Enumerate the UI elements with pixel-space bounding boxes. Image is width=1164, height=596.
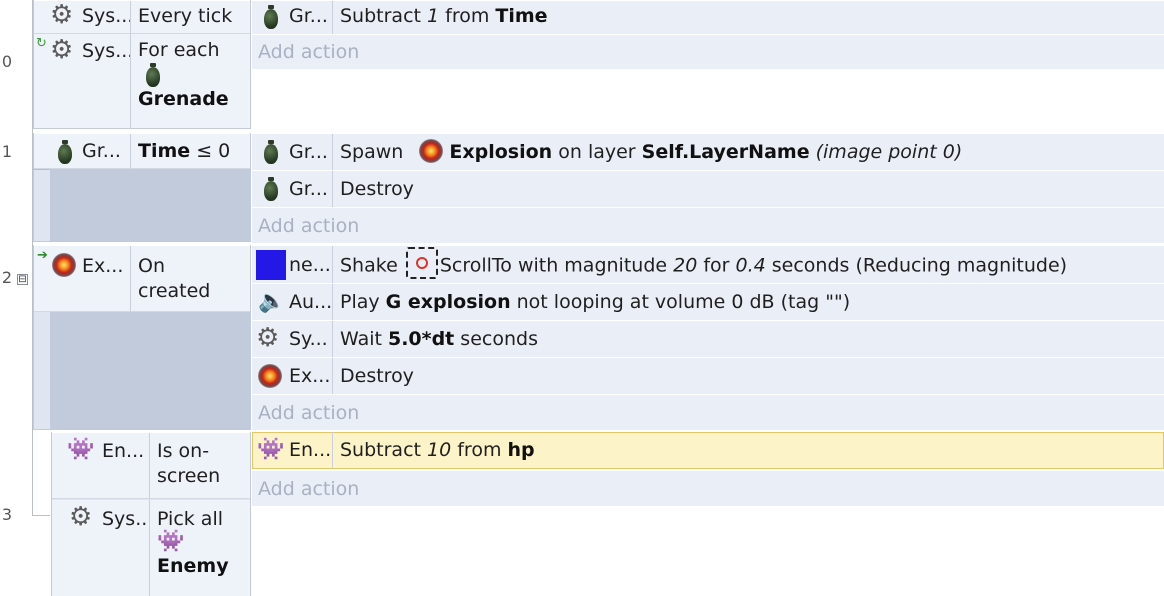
action-text: Play G explosion not looping at volume 0… [332,284,850,321]
condition-text: For each [138,39,220,61]
action-row-selected[interactable]: 👾 En... Subtract 10 from hp [252,432,1164,469]
condition-row[interactable]: ⚙ Sys... Pick all 👾 Enemy [52,500,250,596]
line-number: 3 [1,505,12,524]
line-number: 0 [1,52,12,71]
add-action-button[interactable]: Add action [252,34,1164,69]
condition-text: Time ≤ 0 [130,134,230,169]
action-text: Wait 5.0*dt seconds [332,321,538,358]
action-row[interactable]: Gr... Subtract 1 from Time [252,0,1164,35]
grenade-icon [58,139,72,164]
grenade-icon [264,4,278,29]
tree-line [32,169,50,170]
condition-row[interactable]: ⚙ Sys... Every tick [34,0,250,34]
invader-icon: 👾 [157,529,185,554]
invader-icon: 👾 [67,437,95,462]
loop-arrow-icon: ↻ [36,36,47,51]
grenade-icon [264,176,278,201]
collapse-toggle[interactable]: ⊟ [17,274,28,285]
action-object: Gr... [289,5,328,27]
event-2-fill [50,312,251,430]
gear-icon: ⚙ [50,35,74,65]
condition-text: On [138,255,165,277]
blue-square-icon [256,250,286,280]
gear-icon: ⚙ [256,323,280,353]
add-action-button[interactable]: Add action [252,470,1164,506]
grenade-icon [146,62,160,87]
action-text: Subtract 1 from Time [332,1,548,35]
explosion-icon [419,138,444,163]
action-row[interactable]: 🔈 Au... Play G explosion not looping at … [252,283,1164,321]
action-object: Gr... [289,141,328,163]
action-row[interactable]: Ex... Destroy [252,357,1164,395]
condition-text: Every tick [130,1,232,34]
condition-text: screen [157,465,221,487]
add-action-label: Add action [258,478,360,500]
explosion-icon [52,253,76,277]
gear-icon: ⚙ [69,502,93,532]
gear-icon: ⚙ [50,0,74,30]
action-object: Ex... [289,365,331,387]
add-action-label: Add action [258,215,360,237]
add-action-button[interactable]: Add action [252,207,1164,243]
add-action-button[interactable]: Add action [252,394,1164,430]
action-text: Subtract 10 from hp [332,432,535,468]
action-row[interactable]: Gr... Spawn Explosion on layer Self.Laye… [252,133,1164,171]
line-number: 2 [1,268,12,287]
action-object: Au... [289,291,331,313]
condition-object: Sys... [102,508,150,530]
add-action-label: Add action [258,41,360,63]
condition-row[interactable]: 👾 En... Is on- screen [52,432,250,499]
action-row[interactable]: ne... Shake ScrollTo with magnitude 20 f… [252,245,1164,284]
condition-text: created [138,280,211,302]
action-text: Spawn Explosion on layer Self.LayerName … [332,134,962,171]
action-row[interactable]: ⚙ Sy... Wait 5.0*dt seconds [252,320,1164,358]
invader-icon: 👾 [257,437,285,462]
condition-object: Sys... [82,40,130,62]
event-1-fill [50,169,251,242]
action-object: Sy... [289,328,328,350]
add-action-label: Add action [258,402,360,424]
condition-param: Grenade [138,88,229,110]
condition-text: Is on- [157,440,210,462]
condition-row[interactable]: Gr... Time ≤ 0 [34,133,250,169]
condition-object: Ex... [82,255,124,277]
explosion-icon [258,364,282,388]
action-object: En... [289,439,331,461]
scrollto-icon [405,247,438,279]
trigger-arrow-icon: ➔ [37,248,48,263]
condition-object: Sys... [82,5,130,27]
tree-line [32,515,50,516]
action-text: Destroy [332,171,414,208]
condition-param: Enemy [157,555,229,577]
condition-object: Gr... [82,140,121,162]
action-object: ne... [289,254,331,276]
action-text: Destroy [332,358,414,395]
action-row[interactable]: Gr... Destroy [252,170,1164,208]
condition-row[interactable]: ➔ Ex... On created [34,245,250,312]
action-object: Gr... [289,178,328,200]
condition-row[interactable]: ↻ ⚙ Sys... For each Grenade [34,34,250,128]
condition-object: En... [102,440,145,462]
speaker-icon: 🔈 [258,289,286,314]
grenade-icon [264,139,278,164]
action-text: Shake ScrollTo with magnitude 20 for 0.4… [332,246,1067,284]
line-number: 1 [1,142,12,161]
